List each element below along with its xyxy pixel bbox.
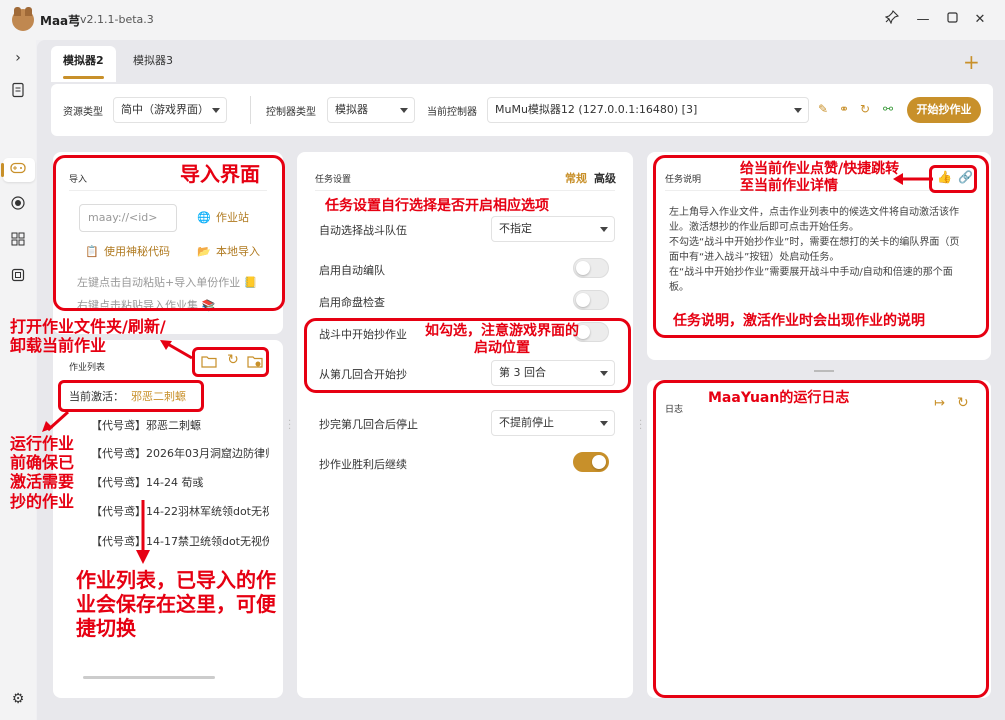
annotation-log-text: MaaYuan的运行日志 xyxy=(708,390,850,406)
globe-icon: 🌐 xyxy=(197,211,211,224)
active-value: 邪恶二刺螈 xyxy=(131,390,186,403)
annotation-like-arrow xyxy=(893,173,933,185)
list-item[interactable]: 【代号鸢】14-17禁卫统领dot无视伤害 xyxy=(91,533,269,549)
expand-icon[interactable]: › xyxy=(6,46,30,70)
from-round-select[interactable]: 第 3 回合 xyxy=(491,360,615,386)
export-log-icon[interactable]: ↦ xyxy=(934,396,945,411)
continue-after-win-label: 抄作业胜利后继续 xyxy=(319,458,407,471)
left-click-hint: 左键点击自动粘贴+导入单份作业 📒 xyxy=(77,276,258,289)
from-round-label: 从第几回合开始抄 xyxy=(319,368,407,381)
start-button[interactable]: 开始抄作业 xyxy=(907,97,981,123)
jump-link-icon[interactable]: 🔗 xyxy=(958,170,973,184)
settings-gear-icon[interactable]: ⚙ xyxy=(6,687,30,711)
like-icon[interactable]: 👍 xyxy=(937,170,952,184)
tab-emulator-2[interactable]: 模拟器2 xyxy=(51,46,116,82)
sidebar: › ⚙ xyxy=(0,40,36,720)
list-item[interactable]: 【代号鸢】14-22羽林军统领dot无视伤害 xyxy=(91,503,269,519)
secret-code-button[interactable]: 📋 使用神秘代码 xyxy=(85,243,170,259)
app-version: v2.1.1-beta.3 xyxy=(80,13,154,26)
auto-team-select[interactable]: 不指定 xyxy=(491,216,615,242)
settings-divider xyxy=(315,190,615,191)
job-list-panel: 作业列表 ↻ 当前激活： 邪恶二刺螈 【代号鸢】邪恶二刺螈 【代号鸢】2026年… xyxy=(53,340,283,698)
continue-after-win-toggle[interactable] xyxy=(573,452,609,472)
app-title: Maa芎 xyxy=(40,14,81,28)
clipboard-icon[interactable] xyxy=(6,82,30,106)
local-import-button[interactable]: 📂 本地导入 xyxy=(197,243,260,259)
current-controller-label: 当前控制器 xyxy=(427,107,477,118)
auto-team-label: 自动选择战斗队伍 xyxy=(319,224,407,237)
tab-advanced[interactable]: 高级 xyxy=(594,170,616,186)
stop-after-label: 抄完第几回合后停止 xyxy=(319,418,418,431)
annotation-list-arrow xyxy=(136,500,150,564)
website-button[interactable]: 🌐 作业站 xyxy=(197,209,249,225)
clear-log-icon[interactable]: ↻ xyxy=(957,395,969,411)
reload-icon[interactable]: ↻ xyxy=(224,352,242,370)
clipboard-small-icon: 📋 xyxy=(85,245,99,258)
refresh-icon[interactable]: ↻ xyxy=(857,101,873,117)
add-tab-icon[interactable]: + xyxy=(963,50,980,74)
current-controller-select[interactable]: MuMu模拟器12 (127.0.0.1:16480) [3] xyxy=(487,97,809,123)
maximize-icon[interactable] xyxy=(942,10,962,30)
list-item[interactable]: 【代号鸢】2026年03月洞窟边防律师 xyxy=(91,445,269,461)
job-list-title: 作业列表 xyxy=(69,363,106,373)
splitter-handle-right[interactable]: · · · xyxy=(639,417,643,435)
close-icon[interactable]: ✕ xyxy=(970,10,990,30)
settings-title: 任务设置 xyxy=(315,175,352,185)
resource-label: 资源类型 xyxy=(63,107,103,118)
log-title: 日志 xyxy=(665,405,684,415)
task-settings-panel: 任务设置 常规 高级 自动选择战斗队伍 不指定 启用自动编队 启用命盘检查 战斗… xyxy=(297,152,633,698)
auto-formation-toggle[interactable] xyxy=(573,258,609,278)
stop-after-select[interactable]: 不提前停止 xyxy=(491,410,615,436)
connect-icon[interactable]: ⚯ xyxy=(880,101,896,117)
disk-check-label: 启用命盘检查 xyxy=(319,296,385,309)
annotation-list-text: 作业列表，已导入的作业会保存在这里，可便捷切换 xyxy=(76,568,276,640)
minimize-icon[interactable]: — xyxy=(913,10,933,30)
gamepad-icon[interactable] xyxy=(6,158,30,182)
annotation-like-text: 给当前作业点赞/快捷跳转至当前作业详情 xyxy=(740,161,900,194)
title-bar: Maa芎 v2.1.1-beta.3 — ✕ xyxy=(0,0,1005,40)
annotation-import-text: 导入界面 xyxy=(180,162,260,186)
annotation-desc-text: 任务说明，激活作业时会出现作业的说明 xyxy=(673,313,925,329)
resource-select[interactable]: 简中（游戏界面） xyxy=(113,97,227,123)
list-item[interactable]: 【代号鸢】14-24 荀彧 xyxy=(91,474,269,490)
controller-type-select[interactable]: 模拟器 xyxy=(327,97,415,123)
splitter-handle-left[interactable]: · · · xyxy=(288,417,292,435)
import-divider xyxy=(69,190,267,191)
list-item[interactable]: 【代号鸢】邪恶二刺螈 xyxy=(91,417,269,433)
link-icon[interactable]: ⚭ xyxy=(836,101,852,117)
annotation-active-text: 运行作业前确保已激活需要抄的作业 xyxy=(10,434,75,511)
toolbar: 资源类型 简中（游戏界面） 控制器类型 模拟器 当前控制器 MuMu模拟器12 … xyxy=(51,84,993,136)
app-logo xyxy=(12,7,34,31)
toolbar-divider xyxy=(250,96,251,124)
battle-start-label: 战斗中开始抄作业 xyxy=(319,328,407,341)
task-desc-title: 任务说明 xyxy=(665,175,702,185)
annotation-folder-arrow xyxy=(160,340,193,360)
log-panel: 日志 ↦ ↻ xyxy=(647,380,991,698)
import-code-input[interactable]: maay://<id> xyxy=(79,204,177,232)
annotation-active-arrow xyxy=(42,410,70,432)
record-icon[interactable] xyxy=(6,194,30,218)
folder-icon: 📂 xyxy=(197,245,211,258)
tab-normal[interactable]: 常规 xyxy=(565,170,587,186)
disk-check-toggle[interactable] xyxy=(573,290,609,310)
auto-formation-label: 启用自动编队 xyxy=(319,264,385,277)
unload-folder-icon[interactable] xyxy=(247,354,265,370)
active-label: 当前激活： xyxy=(69,390,124,403)
import-title: 导入 xyxy=(69,175,88,185)
list-horizontal-scrollbar[interactable] xyxy=(83,676,215,679)
grid-icon[interactable] xyxy=(6,230,30,254)
right-click-hint: 右键点击粘贴导入作业集 📚 xyxy=(77,299,216,312)
splitter-handle-horizontal[interactable] xyxy=(814,370,834,372)
annotation-folder-text: 打开作业文件夹/刷新/卸载当前作业 xyxy=(10,317,166,356)
edit-icon[interactable]: ✎ xyxy=(815,101,831,117)
annotation-settings-text: 任务设置自行选择是否开启相应选项 xyxy=(325,198,549,214)
screen-icon[interactable] xyxy=(6,266,30,290)
task-desc-text: 左上角导入作业文件，点击作业列表中的候选文件将自动激活该作业。激活想抄的作业后即… xyxy=(669,207,960,293)
controller-type-label: 控制器类型 xyxy=(266,107,316,118)
tab-emulator-3[interactable]: 模拟器3 xyxy=(121,46,185,82)
open-folder-icon[interactable] xyxy=(201,354,219,370)
annotation-battle-text: 如勾选，注意游戏界面的启动位置 xyxy=(425,323,579,356)
pin-icon[interactable] xyxy=(882,10,902,30)
